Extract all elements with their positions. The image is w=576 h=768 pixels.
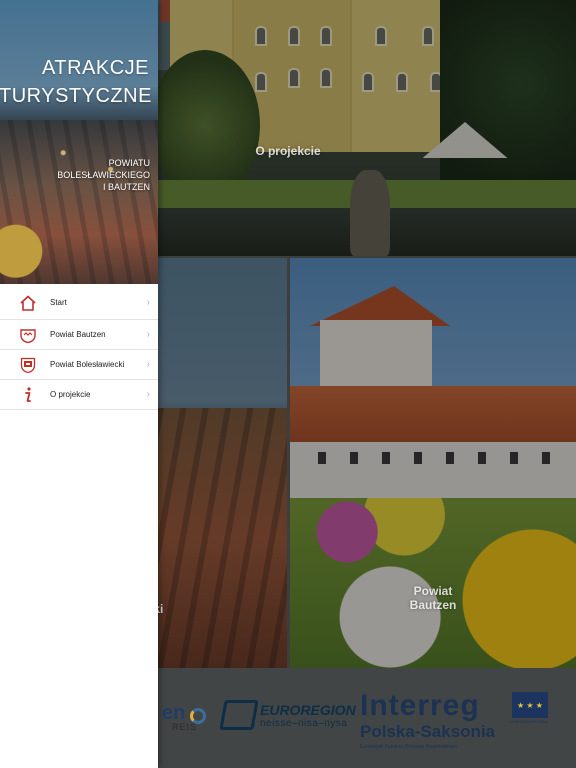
navigation-drawer: ATRAKCJE TURYSTYCZNE POWIATU BOLESŁAWIEC… — [0, 0, 158, 768]
chevron-right-icon: › — [146, 359, 150, 370]
app-subtitle-line: I BAUTZEN — [102, 182, 150, 192]
shield-crest-icon — [18, 355, 38, 375]
app-subtitle-line: BOLESŁAWIECKIEGO — [57, 170, 150, 180]
menu-item-label: Powiat Bolesławiecki — [50, 359, 125, 369]
menu-item-label: Powiat Bautzen — [50, 329, 106, 339]
menu-item-start[interactable]: Start › — [0, 286, 158, 320]
crown-crest-icon — [18, 325, 38, 345]
drawer-header-shade — [0, 0, 158, 284]
menu-item-o-projekcie[interactable]: O projekcie › — [0, 380, 158, 410]
app-subtitle: POWIATU BOLESŁAWIECKIEGO I BAUTZEN — [0, 157, 150, 193]
chevron-right-icon: › — [146, 297, 150, 308]
menu-item-powiat-boleslawiecki[interactable]: Powiat Bolesławiecki › — [0, 350, 158, 380]
chevron-right-icon: › — [146, 389, 150, 400]
home-icon — [18, 293, 38, 313]
drawer-header: ATRAKCJE TURYSTYCZNE POWIATU BOLESŁAWIEC… — [0, 0, 158, 284]
menu-item-powiat-bautzen[interactable]: Powiat Bautzen › — [0, 320, 158, 350]
menu-item-label: Start — [50, 297, 67, 307]
drawer-menu: Start › Powiat Bautzen › Powiat Bolesław… — [0, 286, 158, 410]
menu-item-label: O projekcie — [50, 389, 91, 399]
app-subtitle-line: POWIATU — [108, 158, 150, 168]
app-title: ATRAKCJE TURYSTYCZNE — [0, 57, 152, 107]
info-icon — [18, 385, 38, 405]
chevron-right-icon: › — [146, 329, 150, 340]
